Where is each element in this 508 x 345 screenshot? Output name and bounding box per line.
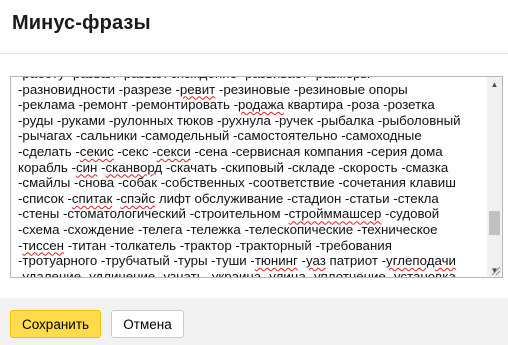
cancel-button[interactable]: Отмена — [111, 310, 184, 338]
text-segment: патриот - — [325, 253, 387, 269]
textarea-line: -реклама -ремонт -ремонтировать -родажа … — [18, 97, 487, 113]
textarea-content[interactable]: -работу -развал -развал схождение -разви… — [18, 77, 487, 277]
textarea-line: -стены -стоматологический -строительном … — [18, 206, 487, 222]
resize-grip-icon[interactable] — [489, 264, 501, 276]
textarea-line: -руды -руками -рулонных тюков -рухнула -… — [18, 113, 487, 129]
misspelled-word: стройммашсер — [288, 206, 382, 222]
save-button[interactable]: Сохранить — [10, 310, 101, 338]
minus-phrases-textarea[interactable]: -работу -развал -развал схождение -разви… — [10, 76, 503, 278]
textarea-line: -смайлы -снова -собак -собственных -соот… — [18, 175, 487, 191]
text-segment: -смайлы -снова -собак -собственных -соот… — [18, 175, 456, 191]
textarea-line: -список -спитак -спэйс лифт обслуживание… — [18, 191, 487, 207]
textarea-viewport[interactable]: -работу -развал -развал схождение -разви… — [11, 77, 487, 277]
text-segment: -рычагах -сальники -самодельный -самосто… — [18, 128, 422, 144]
textarea-line: -рычагах -сальники -самодельный -самосто… — [18, 128, 487, 144]
textarea-line: -схема -схождение -телега -тележка -теле… — [18, 222, 487, 238]
misspelled-word: уаз — [305, 253, 326, 269]
scrollbar-thumb[interactable] — [489, 211, 500, 235]
text-segment: -реклама -ремонт -ремонтировать - — [18, 97, 239, 113]
text-segment: -тротуарного -трубчатый -туры -туши - — [18, 253, 255, 269]
text-segment: -удаление -удлинение -узнать -украина -у… — [18, 268, 456, 277]
text-segment: -стены -стоматологический -строительном … — [18, 206, 289, 222]
misspelled-word: тиссен — [22, 237, 64, 253]
text-segment: -резиновые -резиновые опоры — [215, 81, 408, 97]
textarea-line: корабль -син -сканворд -скачать -скиповы… — [18, 160, 487, 176]
misspelled-word: спэйс — [120, 190, 156, 206]
misspelled-word: родажа — [238, 97, 284, 113]
title-divider — [0, 53, 508, 54]
text-segment: -сена -сервисная компания -серия дома — [190, 143, 443, 159]
textarea-line: -удаление -удлинение -узнать -украина -у… — [18, 269, 487, 277]
text-segment: -руды -руками -рулонных тюков -рухнула -… — [18, 112, 461, 128]
dialog-title: Минус-фразы — [12, 12, 151, 34]
text-segment: -работу -развал -развал схождение -разви… — [18, 77, 370, 81]
text-segment: квартира -роза -розетка — [283, 97, 435, 113]
text-segment: -судовой — [381, 206, 440, 222]
dialog-footer: Сохранить Отмена — [0, 298, 508, 345]
textarea-line: -сделать -секис -секс -секси -сена -серв… — [18, 144, 487, 160]
text-segment: -разновидности -разрезе - — [18, 81, 180, 97]
misspelled-word: спитак — [71, 190, 113, 206]
misspelled-word: секис — [79, 143, 114, 159]
vertical-scrollbar[interactable]: ▲ ▼ — [487, 77, 502, 277]
text-segment: корабль - — [18, 159, 76, 175]
text-segment: -секс - — [113, 143, 157, 159]
text-segment: -титан -толкатель -трактор -тракторный -… — [64, 237, 392, 253]
text-segment: - — [297, 253, 306, 269]
textarea-line: -тротуарного -трубчатый -туры -туши -тюн… — [18, 253, 487, 269]
misspelled-word: тюнинг — [254, 253, 298, 269]
misspelled-word: углеподачи — [386, 253, 456, 269]
misspelled-word: син — [75, 159, 98, 175]
text-segment: -список - — [18, 190, 72, 206]
textarea-line: -тиссен -титан -толкатель -трактор -трак… — [18, 238, 487, 254]
misspelled-word: секси — [156, 143, 191, 159]
textarea-line: -разновидности -разрезе -ревит -резиновы… — [18, 82, 487, 98]
misspelled-word: сканворд — [105, 159, 163, 175]
text-segment: -сделать - — [18, 143, 80, 159]
text-segment: -схема -схождение -телега -тележка -теле… — [18, 221, 438, 237]
text-segment: лифт обслуживание -стадион -статьи -стек… — [155, 190, 439, 206]
text-segment: -скачать -скиповый -складе -скорость -см… — [162, 159, 449, 175]
text-segment: - — [97, 159, 106, 175]
scroll-up-icon[interactable]: ▲ — [487, 77, 502, 91]
misspelled-word: ревит — [179, 81, 216, 97]
